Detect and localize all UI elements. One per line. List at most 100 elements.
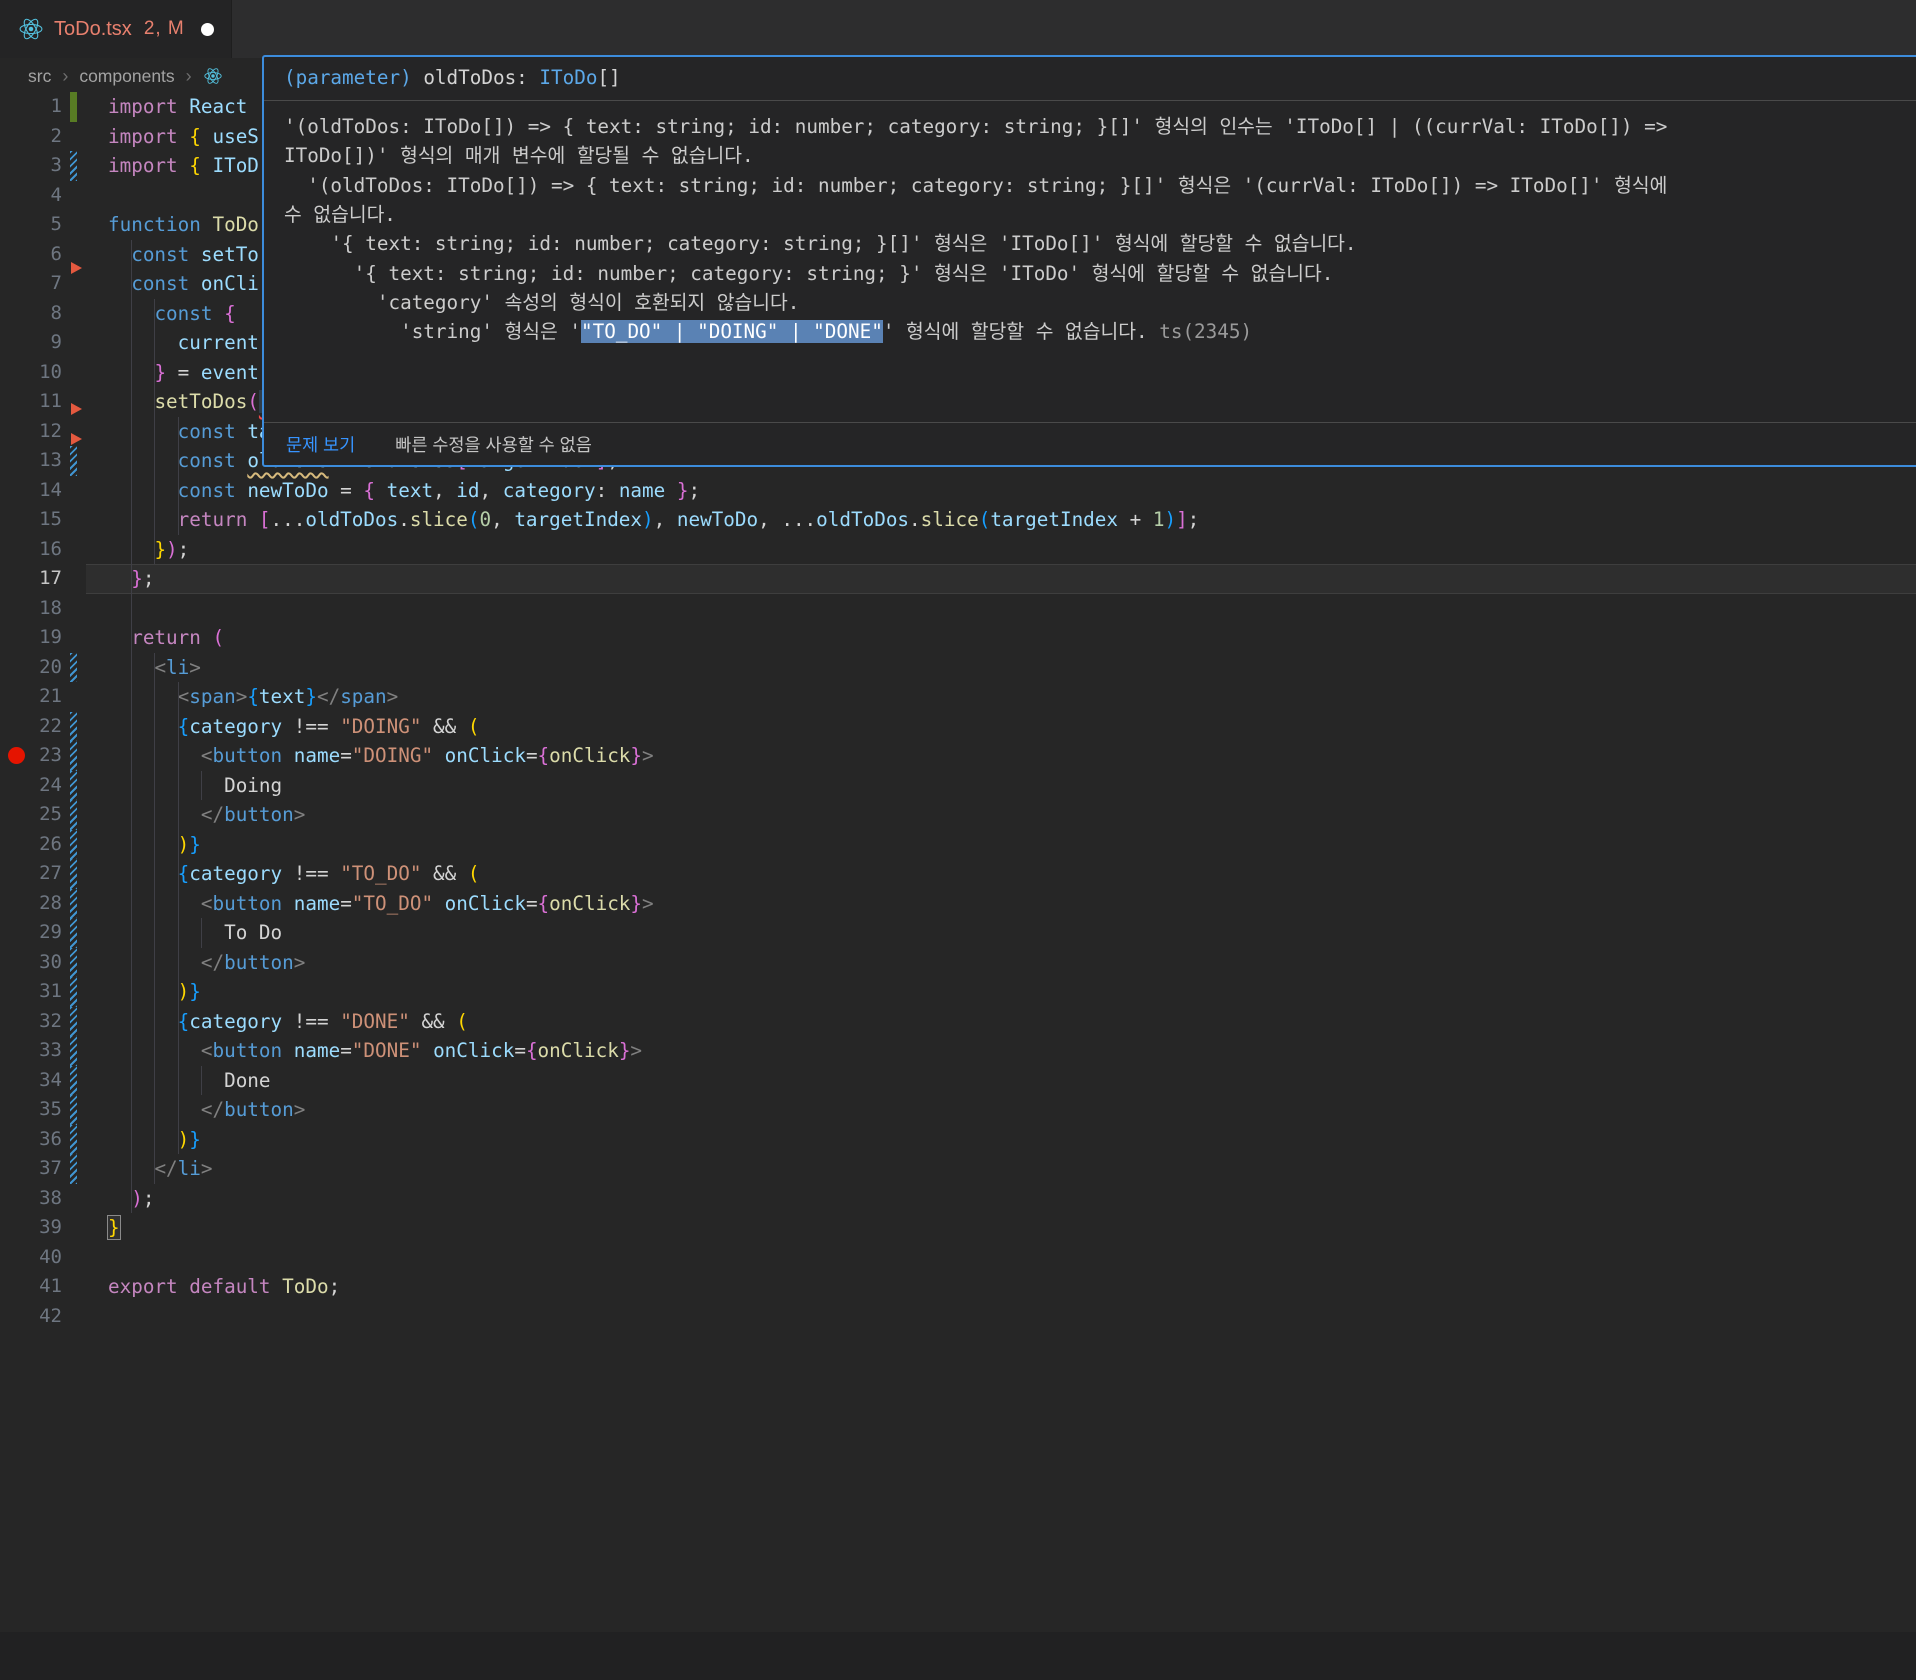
line-number[interactable]: 18	[0, 594, 62, 624]
indent-guide	[154, 328, 156, 358]
line-number[interactable]: 34	[0, 1066, 62, 1096]
code-line[interactable]: 34 Done	[0, 1065, 1916, 1096]
tab-title: ToDo.tsx	[54, 17, 132, 40]
line-number[interactable]: 25	[0, 800, 62, 830]
indent-guide	[177, 800, 179, 830]
line-number[interactable]: 33	[0, 1036, 62, 1066]
line-number[interactable]: 7	[0, 269, 62, 299]
indent-guide	[177, 416, 179, 446]
code-line[interactable]: 25 </button>	[0, 800, 1916, 830]
gutter-modified-marker	[70, 151, 77, 181]
line-number[interactable]: 3	[0, 151, 62, 181]
line-number[interactable]: 6	[0, 240, 62, 270]
line-number[interactable]: 22	[0, 712, 62, 742]
error-hover-tooltip: (parameter) oldToDos: IToDo[] '(oldToDos…	[262, 55, 1916, 467]
line-number[interactable]: 32	[0, 1007, 62, 1037]
line-number[interactable]: 42	[0, 1302, 62, 1332]
line-number[interactable]: 26	[0, 830, 62, 860]
indent-guide	[131, 564, 133, 594]
code-line[interactable]: 29 To Do	[0, 918, 1916, 948]
code-line[interactable]: 36 )}	[0, 1124, 1916, 1155]
indent-guide	[177, 1006, 179, 1036]
line-number[interactable]: 11	[0, 387, 62, 417]
line-number[interactable]: 13	[0, 446, 62, 476]
line-number[interactable]: 17	[0, 564, 62, 594]
line-number[interactable]: 40	[0, 1243, 62, 1273]
line-number[interactable]: 5	[0, 210, 62, 240]
line-number[interactable]: 4	[0, 181, 62, 211]
hover-error-line: 수 없습니다.	[284, 203, 396, 227]
code-line[interactable]: 41 export default ToDo;	[0, 1272, 1916, 1302]
code-line[interactable]: 16 });	[0, 534, 1916, 565]
tab-todo-tsx[interactable]: ToDo.tsx 2, M	[0, 0, 232, 58]
line-number[interactable]: 12	[0, 417, 62, 447]
code-line[interactable]: 15 return [...oldToDos.slice(0, targetIn…	[0, 505, 1916, 535]
line-number[interactable]: 21	[0, 682, 62, 712]
code-line[interactable]: 19 return (	[0, 623, 1916, 653]
code-line[interactable]: 27 {category !== "TO_DO" && (	[0, 859, 1916, 889]
code-line[interactable]: 20 <li>	[0, 652, 1916, 683]
line-number[interactable]: 10	[0, 358, 62, 388]
code-line[interactable]: 37 </li>	[0, 1154, 1916, 1184]
line-number[interactable]: 16	[0, 535, 62, 565]
gutter-modified-marker	[70, 1006, 77, 1036]
code-line[interactable]: 21 <span>{text}</span>	[0, 682, 1916, 712]
indent-guide	[131, 416, 133, 446]
breadcrumb-item-components[interactable]: components	[79, 66, 174, 87]
line-number[interactable]: 28	[0, 889, 62, 919]
indent-guide	[154, 534, 156, 564]
code-line[interactable]: 35 </button>	[0, 1095, 1916, 1125]
code-line[interactable]: 18	[0, 593, 1916, 624]
line-number[interactable]: 38	[0, 1184, 62, 1214]
breakpoint-dot[interactable]	[8, 747, 25, 764]
line-number[interactable]: 37	[0, 1154, 62, 1184]
code-line[interactable]: 39}	[0, 1213, 1916, 1243]
line-number[interactable]: 19	[0, 623, 62, 653]
code-line[interactable]: 26 )}	[0, 829, 1916, 860]
code-text: return [...oldToDos.slice(0, targetIndex…	[108, 505, 1916, 535]
breadcrumb-item-src[interactable]: src	[28, 66, 51, 87]
modified-dot-icon[interactable]	[200, 22, 214, 36]
code-line[interactable]: 24 Doing	[0, 770, 1916, 801]
line-number[interactable]: 29	[0, 918, 62, 948]
code-line[interactable]: 14 const newToDo = { text, id, category:…	[0, 475, 1916, 506]
line-number[interactable]: 41	[0, 1272, 62, 1302]
code-line[interactable]: 23 <button name="DOING" onClick={onClick…	[0, 741, 1916, 771]
indent-guide	[131, 593, 133, 623]
line-number[interactable]: 14	[0, 476, 62, 506]
code-line[interactable]: 33 <button name="DONE" onClick={onClick}…	[0, 1036, 1916, 1066]
line-number[interactable]: 36	[0, 1125, 62, 1155]
view-problem-link[interactable]: 문제 보기	[286, 432, 355, 457]
gutter-added-marker	[70, 92, 77, 122]
line-number[interactable]: 20	[0, 653, 62, 683]
line-number[interactable]: 8	[0, 299, 62, 329]
hover-error-line: '(oldToDos: IToDo[]) => { text: string; …	[284, 115, 1668, 138]
code-line[interactable]: 40	[0, 1243, 1916, 1273]
code-line[interactable]: 38 );	[0, 1183, 1916, 1214]
line-number[interactable]: 1	[0, 92, 62, 122]
line-number[interactable]: 39	[0, 1213, 62, 1243]
code-line[interactable]: 17 };	[0, 564, 1916, 594]
code-text: export default ToDo;	[108, 1275, 341, 1298]
gutter-red-arrow-icon	[71, 403, 82, 415]
code-text: {category !== "TO_DO" && (	[108, 859, 1916, 889]
code-line[interactable]: 31 )}	[0, 977, 1916, 1007]
indent-guide	[154, 1154, 156, 1184]
line-number[interactable]: 27	[0, 859, 62, 889]
indent-guide	[131, 1065, 133, 1095]
code-text: {category !== "DOING" && (	[108, 711, 1916, 741]
line-number[interactable]: 24	[0, 771, 62, 801]
indent-guide	[131, 1154, 133, 1184]
code-line[interactable]: 28 <button name="TO_DO" onClick={onClick…	[0, 888, 1916, 919]
line-number[interactable]: 35	[0, 1095, 62, 1125]
code-line[interactable]: 30 </button>	[0, 947, 1916, 978]
code-line[interactable]: 42	[0, 1302, 1916, 1332]
line-number[interactable]: 2	[0, 122, 62, 152]
line-number[interactable]: 30	[0, 948, 62, 978]
code-line[interactable]: 22 {category !== "DOING" && (	[0, 711, 1916, 742]
line-number[interactable]: 9	[0, 328, 62, 358]
code-line[interactable]: 32 {category !== "DONE" && (	[0, 1006, 1916, 1037]
line-number[interactable]: 31	[0, 977, 62, 1007]
hover-error-line: '{ text: string; id: number; category: s…	[330, 232, 1357, 256]
line-number[interactable]: 15	[0, 505, 62, 535]
